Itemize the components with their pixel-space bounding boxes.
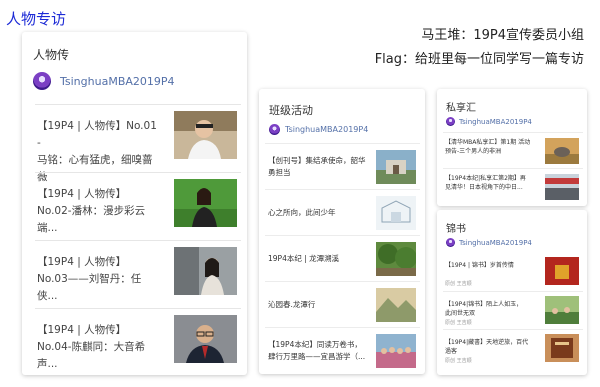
list-item[interactable]: 【创刊号】集结承使命，韶华 勇担当 [265,143,420,189]
group-photo [376,334,416,368]
article-source: 原创 王吉顺 [445,358,472,364]
list-item[interactable]: 【清华MBA私享汇】第1期 活动 预告-三个男人的非洲 [443,132,583,168]
article-title: 【19P4|藏書】天地逆旅，百代 過客 [445,339,529,355]
account-avatar [446,238,455,247]
persons-card-title: 人物传 [33,48,70,62]
header-group-line: 马王堆：19P4宣传委员小组 [421,28,584,43]
account-name: TsinghuaMBA2019P4 [285,125,369,134]
list-item[interactable]: 【19P4本纪】同读万卷书， 肆行万里路——宜昌游学（... [265,327,420,373]
account-row[interactable]: TsinghuaMBA2019P4 [269,124,368,135]
architecture-sketch [376,196,416,230]
private-card-title: 私享汇 [446,103,476,114]
account-name: TsinghuaMBA2019P4 [60,74,175,88]
campus-gate-photo [376,150,416,184]
account-avatar [33,72,51,90]
article-source: 原创 王吉顺 [445,320,472,326]
page-title: 人物专访 [6,10,67,28]
account-row[interactable]: TsinghuaMBA2019P4 [33,72,175,90]
list-item[interactable]: 【19P4|藏書】天地逆旅，百代 過客 原创 王吉顺 [443,329,583,367]
account-avatar [446,117,455,126]
person-photo-suit-glasses [174,315,237,363]
list-item[interactable]: 【19P4|锦书】陌上人如玉， 此间世无双 原创 王吉顺 [443,291,583,329]
red-gift-photo [545,257,579,285]
person-photo-green-field [174,179,237,227]
article-title: 【19P4 | 人物传】 No.02-潘林：漫步彩云端... [37,188,146,234]
article-title: 【19P4本纪|私享汇第2期】再 见清华！日本视角下的中日... [445,175,526,191]
list-item[interactable]: 【19P4 | 人物传】No.01 - 马铭：心有猛虎，细嗅蔷薇 [35,104,241,183]
africa-elephant-photo [545,138,579,164]
person-photo-street [174,247,237,295]
account-name: TsinghuaMBA2019P4 [459,238,532,247]
account-row[interactable]: TsinghuaMBA2019P4 [446,117,532,126]
letters-card: 锦书 TsinghuaMBA2019P4 【19P4 | 锦书】岁首传情 原创 … [437,210,587,375]
article-source: 原创 王吉顺 [445,281,472,287]
list-item[interactable]: 【19P4 | 锦书】岁首传情 原创 王吉顺 [443,253,583,291]
persons-card: 人物传 TsinghuaMBA2019P4 【19P4 | 人物传】No.01 … [22,32,247,375]
class-activities-card: 班级活动 TsinghuaMBA2019P4 【创刊号】集结承使命，韶华 勇担当… [259,89,425,374]
article-title: 【19P4 | 锦书】岁首传情 [445,262,514,269]
article-title: 沁园春.龙潭行 [268,300,316,309]
private-salon-card: 私享汇 TsinghuaMBA2019P4 【清华MBA私享汇】第1期 活动 预… [437,89,587,206]
article-title: 【19P4本纪】同读万卷书， 肆行万里路——宜昌游学（... [268,340,366,361]
group-banner-photo [545,174,579,200]
article-title: 【19P4|锦书】陌上人如玉， 此间世无双 [445,301,523,317]
article-title: 【19P4 | 人物传】 No.04-陈麒同：大音希声... [37,324,146,370]
article-title: 【创刊号】集结承使命，韶华 勇担当 [268,156,366,177]
landscape-painting [376,288,416,322]
article-title: 心之所向，此间少年 [268,208,336,217]
green-trees-photo [376,242,416,276]
list-item[interactable]: 19P4本纪 | 龙潭溯溪 [265,235,420,281]
list-item[interactable]: 【19P4 | 人物传】 No.04-陈麒同：大音希声... [35,308,241,375]
header-info: 马王堆：19P4宣传委员小组 Flag：给班里每一位同学写一篇专访 [375,24,584,72]
article-title: 【19P4 | 人物传】 No.03——刘智丹：任侠... [37,256,142,302]
article-title: 19P4本纪 | 龙潭溯溪 [268,254,340,263]
group-outdoor-photo [545,296,579,324]
person-photo-white-shirt [174,111,237,159]
list-item[interactable]: 【19P4 | 人物传】 No.03——刘智丹：任侠... [35,240,241,308]
book-cover-photo [545,334,579,362]
list-item[interactable]: 沁园春.龙潭行 [265,281,420,327]
list-item[interactable]: 【19P4 | 人物传】 No.02-潘林：漫步彩云端... [35,172,241,240]
list-item[interactable]: 心之所向，此间少年 [265,189,420,235]
list-item[interactable]: 【19P4本纪|私享汇第2期】再 见清华！日本视角下的中日... [443,168,583,204]
account-name: TsinghuaMBA2019P4 [459,117,532,126]
account-row[interactable]: TsinghuaMBA2019P4 [446,238,532,247]
class-card-title: 班级活动 [269,104,313,117]
header-flag-line: Flag：给班里每一位同学写一篇专访 [374,52,584,67]
article-title: 【清华MBA私享汇】第1期 活动 预告-三个男人的非洲 [445,139,531,155]
letters-card-title: 锦书 [446,224,466,235]
account-avatar [269,124,280,135]
